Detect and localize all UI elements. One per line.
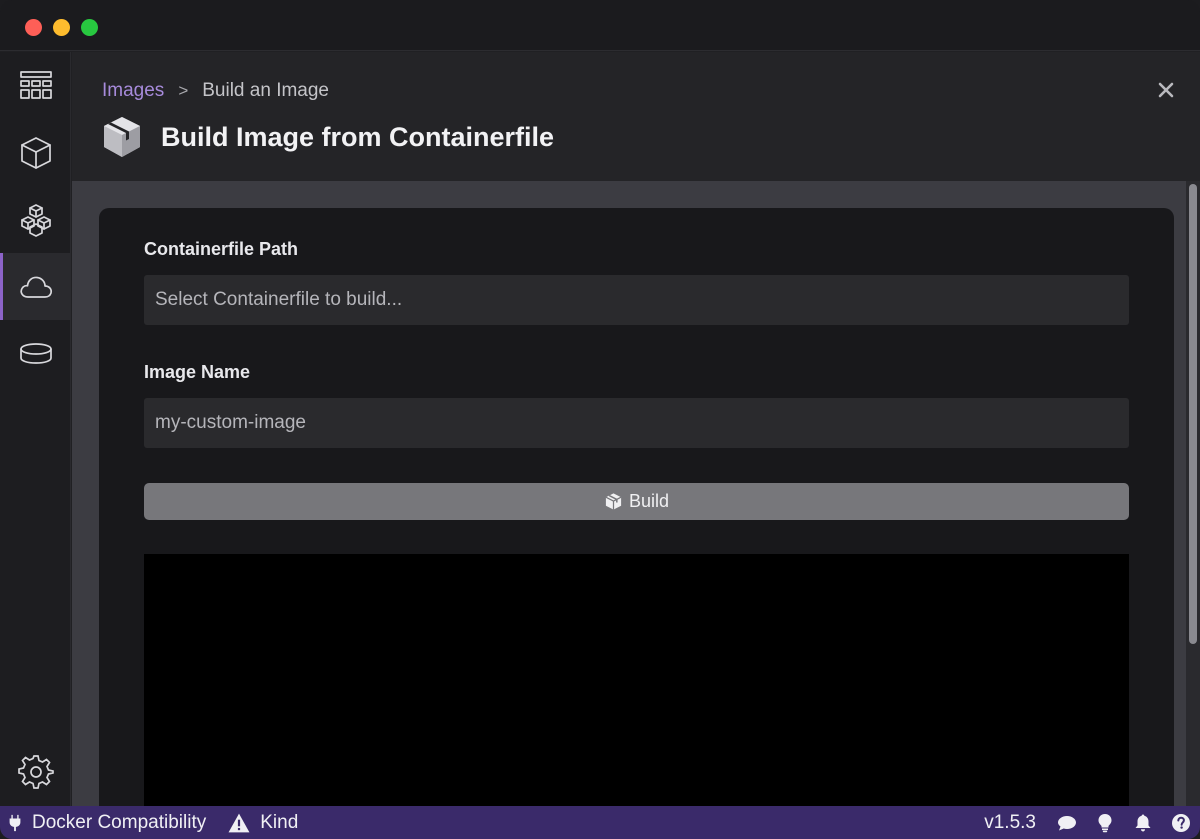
breadcrumb-separator: >	[178, 81, 189, 100]
build-form-card: Containerfile Path Image Name Build	[99, 208, 1174, 806]
close-button[interactable]	[1156, 80, 1176, 100]
settings-button[interactable]	[0, 742, 71, 802]
chat-icon	[1058, 815, 1076, 830]
close-icon	[1158, 82, 1174, 98]
docker-compatibility-label: Docker Compatibility	[32, 811, 207, 833]
build-button[interactable]: Build	[144, 483, 1129, 520]
warning-icon	[228, 813, 250, 832]
bell-icon	[1135, 814, 1151, 831]
title-bar	[0, 0, 1200, 51]
main-content: Containerfile Path Image Name Build	[72, 181, 1186, 806]
sidebar-item-images[interactable]	[0, 253, 71, 320]
notifications-button[interactable]	[1132, 812, 1154, 834]
lightbulb-icon	[1098, 813, 1112, 832]
version-label: v1.5.3	[984, 811, 1036, 833]
title-row: Build Image from Containerfile	[98, 113, 554, 161]
docker-compatibility-item[interactable]: Docker Compatibility	[6, 812, 206, 834]
page-title: Build Image from Containerfile	[161, 121, 555, 152]
breadcrumb-current: Build an Image	[202, 80, 329, 101]
status-bar: Docker Compatibility Kind v1.5.3	[0, 806, 1200, 839]
help-icon	[1172, 813, 1190, 832]
gear-icon	[17, 755, 54, 789]
kind-label: Kind	[260, 811, 299, 833]
content-scrollbar[interactable]	[1186, 181, 1200, 806]
dashboard-icon	[19, 70, 52, 99]
cloud-images-icon	[19, 276, 52, 298]
status-bar-right: v1.5.3	[984, 806, 1192, 839]
feedback-button[interactable]	[1056, 812, 1078, 834]
sidebar-item-dashboard[interactable]	[0, 52, 71, 119]
sidebar-item-containers[interactable]	[0, 119, 71, 186]
status-bar-left: Docker Compatibility Kind	[6, 806, 298, 839]
containerfile-path-label: Containerfile Path	[144, 239, 299, 259]
image-name-input[interactable]	[144, 398, 1129, 448]
scrollbar-thumb[interactable]	[1189, 184, 1197, 644]
close-window-button[interactable]	[25, 19, 42, 36]
app-window: Images > Build an Image Build Image from…	[0, 0, 1200, 839]
build-button-label: Build	[628, 491, 670, 511]
help-button[interactable]	[1170, 812, 1192, 834]
volume-disk-icon	[19, 342, 52, 364]
breadcrumb-link-images[interactable]: Images	[102, 80, 164, 102]
sidebar-item-volumes[interactable]	[0, 320, 71, 387]
container-cube-icon	[20, 136, 51, 169]
page-header: Images > Build an Image Build Image from…	[72, 52, 1200, 181]
plug-icon	[9, 814, 21, 831]
image-name-label: Image Name	[144, 362, 251, 382]
build-box-icon	[605, 493, 622, 510]
pods-cubes-icon	[20, 203, 51, 237]
image-box-icon	[104, 117, 140, 157]
breadcrumb: Images > Build an Image	[102, 80, 329, 102]
sidebar-item-pods[interactable]	[0, 186, 71, 253]
zoom-window-button[interactable]	[81, 19, 98, 36]
minimize-window-button[interactable]	[53, 19, 70, 36]
sidebar-nav	[0, 52, 71, 806]
build-output-terminal[interactable]	[144, 554, 1129, 806]
tips-button[interactable]	[1094, 812, 1116, 834]
kind-item[interactable]: Kind	[228, 812, 298, 834]
containerfile-path-input[interactable]	[144, 275, 1129, 325]
